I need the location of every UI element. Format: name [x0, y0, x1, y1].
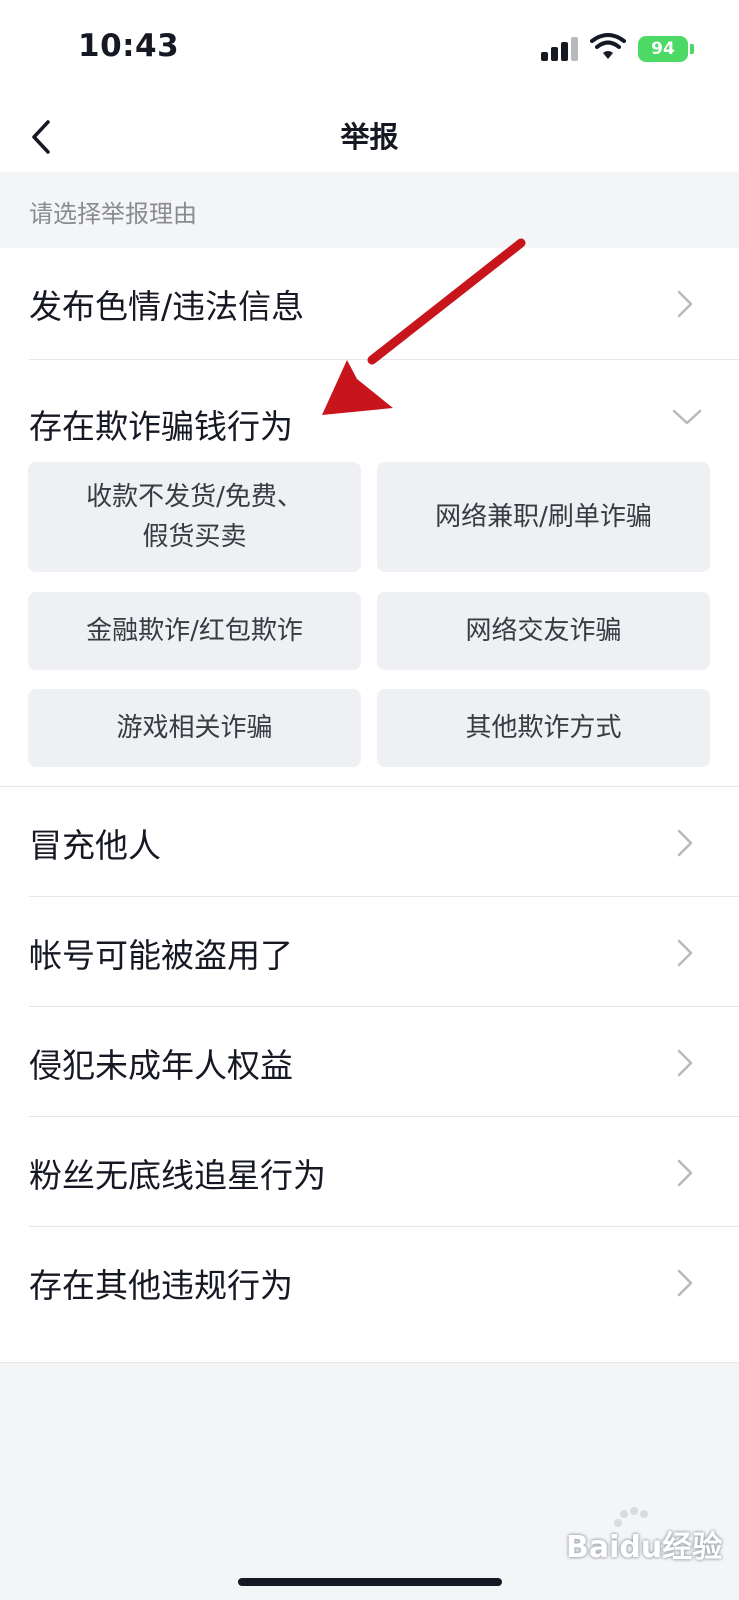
status-bar: 10:43 94 — [0, 0, 739, 100]
reason-label: 冒充他人 — [29, 826, 161, 865]
reason-item-porn-illegal[interactable]: 发布色情/违法信息 — [0, 248, 739, 360]
battery-tip-icon — [690, 44, 694, 54]
chevron-right-icon — [677, 290, 693, 318]
reason-label: 粉丝无底线追星行为 — [29, 1156, 326, 1195]
chevron-right-icon — [677, 1159, 693, 1187]
battery-indicator: 94 — [638, 36, 688, 62]
chevron-down-icon[interactable] — [670, 406, 704, 428]
section-header: 请选择举报理由 — [0, 172, 739, 248]
chevron-right-icon — [677, 1269, 693, 1297]
battery-level: 94 — [651, 39, 675, 59]
reason-label: 侵犯未成年人权益 — [29, 1046, 293, 1085]
reason-item-other-violation[interactable]: 存在其他违规行为 — [0, 1227, 739, 1339]
chevron-right-icon — [677, 1049, 693, 1077]
reason-label: 帐号可能被盗用了 — [29, 936, 293, 975]
fraud-option-part-time-job[interactable]: 网络兼职/刷单诈骗 — [377, 462, 710, 572]
reason-item-fraud[interactable]: 存在欺诈骗钱行为 — [29, 400, 293, 448]
chevron-right-icon — [677, 939, 693, 967]
home-indicator[interactable] — [238, 1578, 502, 1586]
reason-item-impersonation[interactable]: 冒充他人 — [0, 787, 739, 899]
fraud-option-online-dating[interactable]: 网络交友诈骗 — [377, 592, 710, 670]
chevron-right-icon — [677, 829, 693, 857]
wifi-icon — [590, 33, 626, 59]
fraud-option-non-delivery[interactable]: 收款不发货/免费、 假货买卖 — [28, 462, 361, 572]
reason-item-fan-behavior[interactable]: 粉丝无底线追星行为 — [0, 1117, 739, 1229]
divider — [29, 359, 739, 360]
page-title: 举报 — [340, 120, 399, 154]
watermark-text: Baidu经验 — [566, 1530, 723, 1565]
section-prompt: 请选择举报理由 — [29, 200, 197, 228]
reason-list: 发布色情/违法信息 存在欺诈骗钱行为 收款不发货/免费、 假货买卖 网络兼职/刷… — [0, 248, 739, 1363]
reason-label: 发布色情/违法信息 — [29, 287, 305, 326]
navigation-bar: 举报 — [0, 100, 739, 172]
cellular-signal-icon — [541, 37, 579, 61]
reason-item-account-stolen[interactable]: 帐号可能被盗用了 — [0, 897, 739, 1009]
fraud-option-game[interactable]: 游戏相关诈骗 — [28, 689, 361, 767]
reason-label: 存在其他违规行为 — [29, 1266, 293, 1305]
fraud-option-financial[interactable]: 金融欺诈/红包欺诈 — [28, 592, 361, 670]
fraud-option-other[interactable]: 其他欺诈方式 — [377, 689, 710, 767]
status-time: 10:43 — [78, 28, 180, 64]
reason-item-minors[interactable]: 侵犯未成年人权益 — [0, 1007, 739, 1119]
